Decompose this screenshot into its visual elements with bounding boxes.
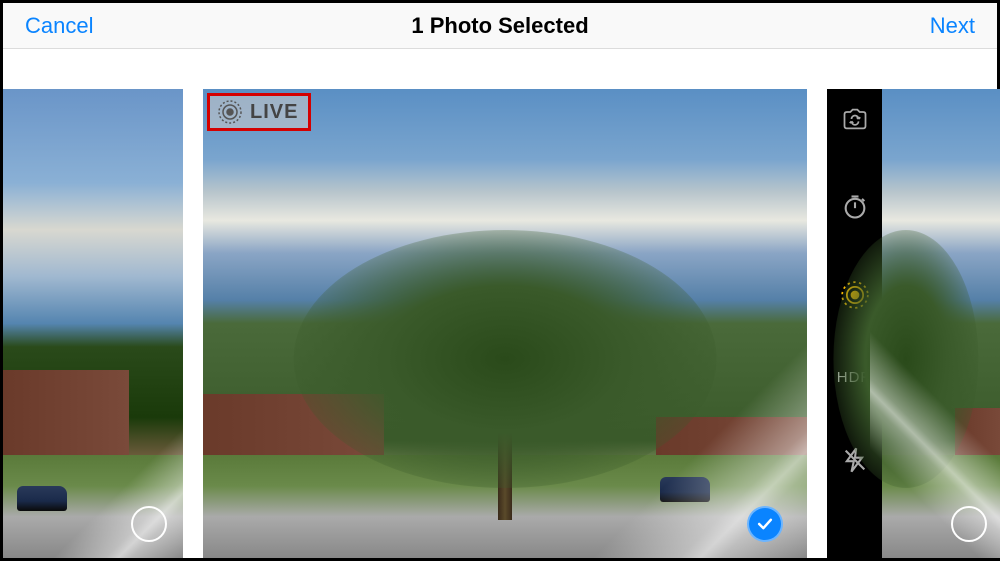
- flip-camera-icon[interactable]: [841, 105, 869, 133]
- page-title: 1 Photo Selected: [411, 13, 588, 39]
- live-photo-badge: LIVE: [207, 93, 311, 131]
- header-bar: Cancel 1 Photo Selected Next: [3, 3, 997, 49]
- photo-thumbnail-selected[interactable]: LIVE: [203, 89, 807, 558]
- cancel-button[interactable]: Cancel: [25, 13, 93, 39]
- photo-thumbnail-prev[interactable]: [3, 89, 183, 558]
- selection-indicator-empty[interactable]: [131, 506, 167, 542]
- next-button[interactable]: Next: [930, 13, 975, 39]
- checkmark-icon: [755, 514, 775, 534]
- timer-icon[interactable]: [841, 193, 869, 221]
- selection-indicator-empty[interactable]: [951, 506, 987, 542]
- photo-carousel[interactable]: LIVE: [3, 49, 997, 558]
- live-badge-label: LIVE: [250, 101, 298, 124]
- selection-indicator-checked[interactable]: [747, 506, 783, 542]
- photo-thumbnail-next[interactable]: HDR: [827, 89, 1000, 558]
- live-photo-icon: [218, 100, 242, 124]
